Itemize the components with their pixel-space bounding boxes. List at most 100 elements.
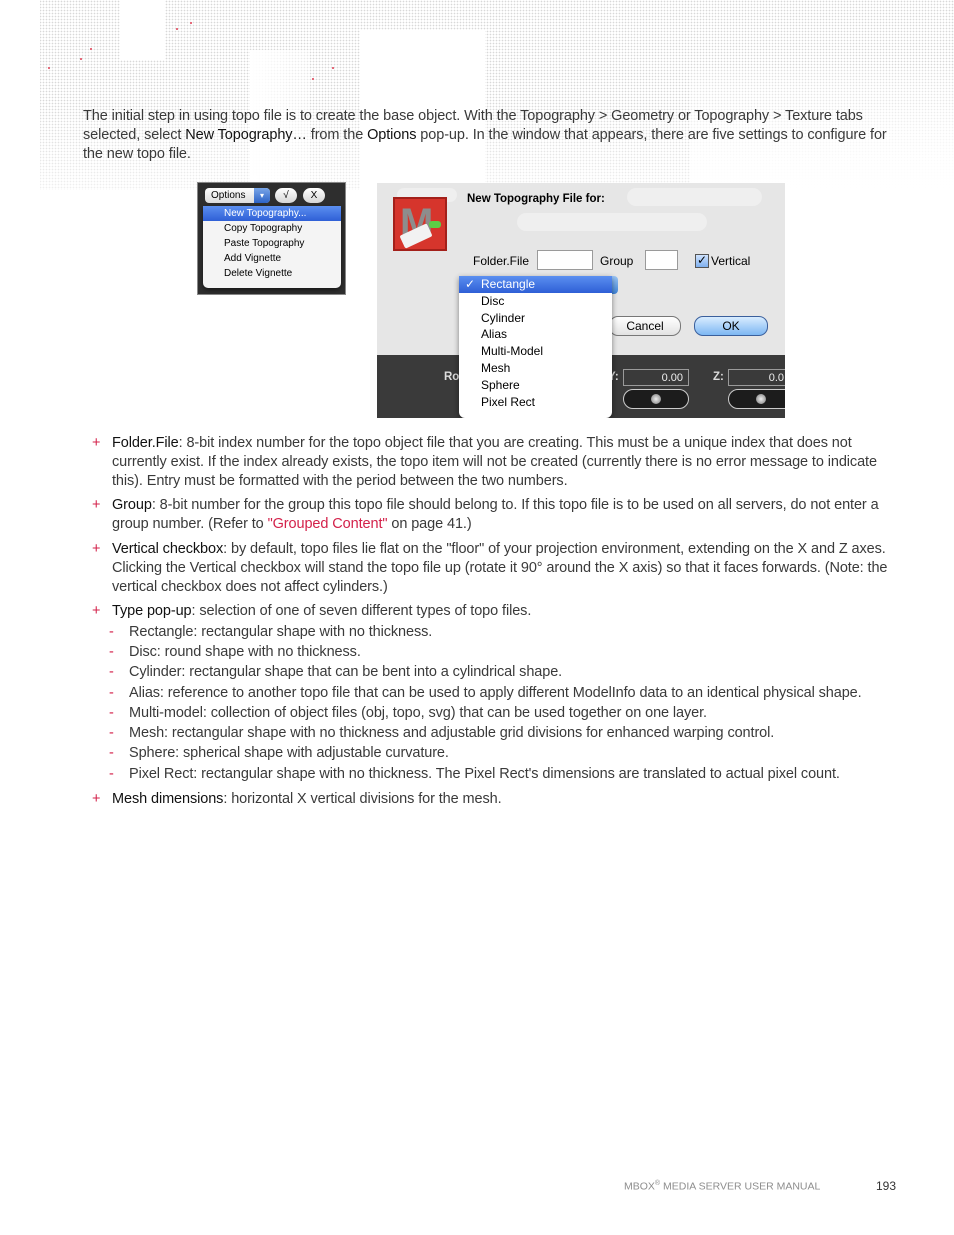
y-field[interactable]: 0.00 — [623, 369, 689, 386]
intro-paragraph: The initial step in using topo file is t… — [83, 107, 903, 164]
map-dot — [80, 58, 82, 60]
menu-item-copy-topography[interactable]: Copy Topography — [203, 221, 341, 236]
type-option-multi-model[interactable]: Multi-Model — [459, 343, 612, 360]
description: : by default, topo files lie flat on the… — [112, 540, 888, 595]
type-option-pixel-rect[interactable]: Pixel Rect — [459, 394, 612, 411]
sub-item-multi-model: - Multi-model: collection of object files… — [92, 704, 904, 723]
sub-item-rectangle: - Rectangle: rectangular shape with no th… — [92, 623, 904, 642]
footer-manual-title: MBOX® MEDIA SERVER USER MANUAL — [624, 1180, 820, 1193]
new-topography-term: New Topography… — [185, 127, 307, 143]
description: : horizontal X vertical divisions for th… — [223, 790, 502, 807]
dialog-title: New Topography File for: — [467, 193, 605, 205]
options-label: Options — [211, 190, 246, 201]
list-item-group: + Group: 8-bit number for the group this… — [92, 496, 904, 534]
list-item-folder-file: + Folder.File: 8-bit index number for th… — [92, 434, 904, 490]
dash-bullet-icon: - — [109, 725, 114, 742]
term: Folder.File — [112, 435, 179, 451]
type-option-rectangle[interactable]: ✓ Rectangle — [459, 276, 612, 293]
options-popup-button[interactable]: Options ▾ — [205, 188, 270, 203]
sub-text: Cylinder: rectangular shape that can be … — [129, 664, 563, 681]
z-label: Z: — [713, 371, 724, 383]
group-label: Group — [600, 254, 634, 268]
sub-item-disc: - Disc: round shape with no thickness. — [92, 643, 904, 662]
type-option-cylinder[interactable]: Cylinder — [459, 310, 612, 327]
folder-file-label: Folder.File — [473, 254, 530, 268]
map-dot — [332, 67, 334, 69]
sub-item-cylinder: - Cylinder: rectangular shape that can be… — [92, 663, 904, 682]
map-dot — [176, 28, 178, 30]
dash-bullet-icon: - — [109, 745, 114, 762]
intro-text: from the — [306, 127, 368, 143]
sub-text: Rectangle: rectangular shape with no thi… — [129, 623, 433, 640]
sub-text: Sphere: spherical shape with adjustable … — [129, 745, 449, 762]
sub-text: Pixel Rect: rectangular shape with no th… — [129, 765, 840, 782]
plus-bullet-icon: + — [92, 790, 101, 807]
menu-item-new-topography[interactable]: New Topography... — [203, 206, 341, 221]
group-input[interactable] — [645, 250, 678, 270]
vertical-checkbox[interactable]: ✓ — [695, 254, 709, 268]
menu-item-paste-topography[interactable]: Paste Topography — [203, 236, 341, 251]
close-button[interactable]: X — [303, 188, 325, 203]
term: Group — [112, 497, 152, 514]
new-topography-dialog-screenshot: M New Topography File for: Folder.File G… — [377, 183, 785, 418]
menu-item-add-vignette[interactable]: Add Vignette — [203, 251, 341, 266]
menu-item-delete-vignette[interactable]: Delete Vignette — [203, 266, 341, 281]
list-item-vertical-checkbox: + Vertical checkbox: by default, topo fi… — [92, 540, 904, 596]
ok-button[interactable]: OK — [694, 316, 768, 336]
sub-item-alias: - Alias: reference to another topo file t… — [92, 684, 904, 703]
dash-bullet-icon: - — [109, 643, 114, 660]
vertical-label: Vertical — [711, 254, 751, 268]
options-term: Options — [367, 127, 417, 143]
map-dot — [312, 78, 314, 80]
description: : selection of one of seven different ty… — [191, 603, 532, 620]
cancel-button[interactable]: Cancel — [609, 316, 681, 336]
page-number: 193 — [876, 1179, 897, 1193]
plus-bullet-icon: + — [92, 603, 101, 620]
list-item-type-popup: + Type pop-up: selection of one of seven… — [92, 602, 904, 783]
logo-tab — [429, 221, 441, 228]
grouped-content-link[interactable]: "Grouped Content" — [268, 516, 388, 532]
plus-bullet-icon: + — [92, 497, 101, 514]
description: on page 41.) — [387, 516, 472, 533]
map-mask — [120, 0, 165, 60]
confirm-button[interactable]: √ — [275, 188, 297, 203]
slider-knob[interactable] — [756, 394, 766, 404]
term: Vertical checkbox — [112, 540, 224, 557]
background-tab-strip — [517, 213, 707, 231]
sub-text: Alias: reference to another topo file th… — [129, 684, 862, 701]
term: Type pop-up — [112, 603, 192, 620]
plus-bullet-icon: + — [92, 435, 101, 451]
plus-bullet-icon: + — [92, 540, 101, 557]
z-slider[interactable] — [728, 389, 785, 409]
z-field[interactable]: 0.0 — [728, 369, 785, 386]
dash-bullet-icon: - — [109, 623, 114, 640]
type-dropdown-menu: ✓ Rectangle Disc Cylinder Alias Multi-Mod… — [459, 276, 612, 418]
type-option-mesh[interactable]: Mesh — [459, 360, 612, 377]
type-option-sphere[interactable]: Sphere — [459, 377, 612, 394]
option-label: Rectangle — [481, 277, 536, 291]
dash-bullet-icon: - — [109, 765, 114, 782]
term: Mesh dimensions — [112, 790, 224, 807]
brand: MBOX — [624, 1180, 655, 1193]
description: : 8-bit index number for the topo object… — [112, 435, 877, 489]
settings-list: + Folder.File: 8-bit index number for th… — [92, 434, 904, 814]
dash-bullet-icon: - — [109, 704, 114, 721]
y-slider[interactable] — [623, 389, 689, 409]
slider-knob[interactable] — [651, 394, 661, 404]
chevron-down-icon: ▾ — [254, 188, 270, 203]
list-item-mesh-dimensions: + Mesh dimensions: horizontal X vertical… — [92, 790, 904, 809]
sub-text: Multi-model: collection of object files … — [129, 704, 707, 721]
map-dot — [190, 22, 192, 24]
sub-item-pixel-rect: - Pixel Rect: rectangular shape with no t… — [92, 765, 904, 784]
folder-file-input[interactable] — [537, 250, 593, 270]
sub-item-sphere: - Sphere: spherical shape with adjustable… — [92, 744, 904, 763]
type-option-disc[interactable]: Disc — [459, 293, 612, 310]
map-dot — [90, 48, 92, 50]
checkmark-icon: ✓ — [465, 277, 476, 291]
sub-text: Disc: round shape with no thickness. — [129, 643, 361, 660]
options-menu: New Topography... Copy Topography Paste … — [203, 206, 341, 288]
type-option-alias[interactable]: Alias — [459, 326, 612, 343]
dash-bullet-icon: - — [109, 664, 114, 681]
sub-item-mesh: - Mesh: rectangular shape with no thickne… — [92, 724, 904, 743]
description: : 8-bit number for the group this topo f… — [112, 497, 879, 533]
